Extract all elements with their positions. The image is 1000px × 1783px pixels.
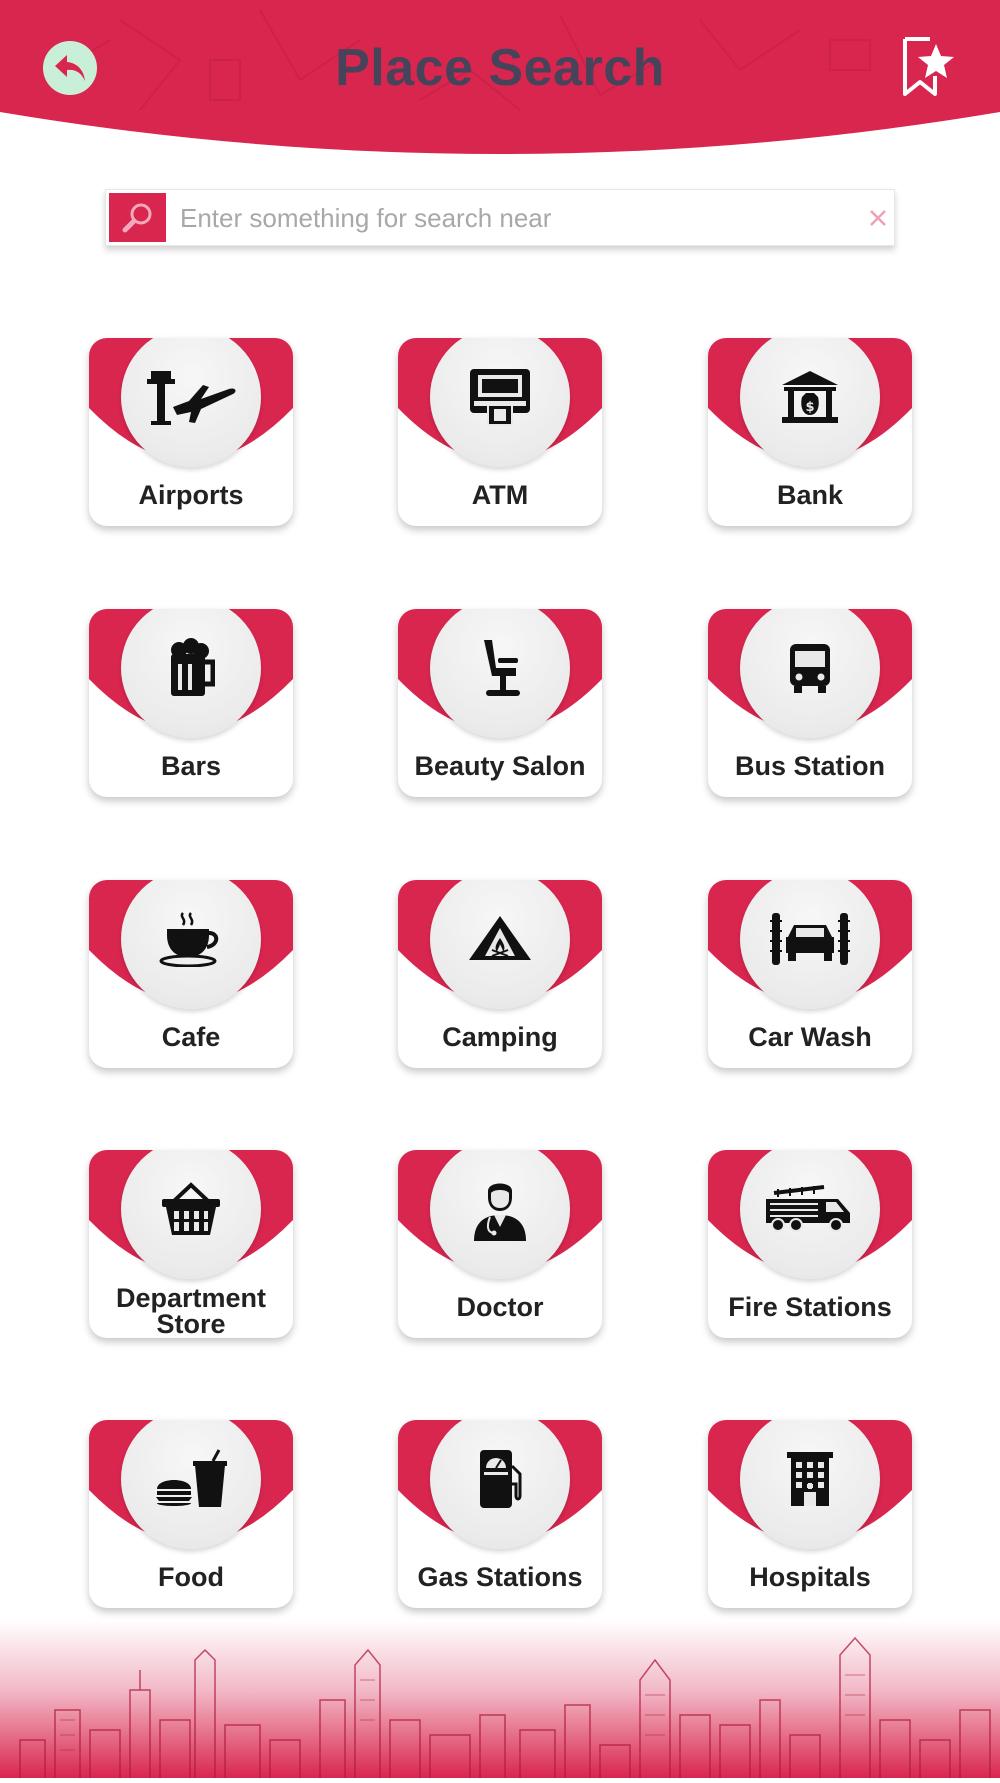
category-card-atm[interactable]: ATM	[398, 338, 602, 526]
category-label: Bars	[160, 751, 222, 781]
category-card-cafe[interactable]: Cafe	[89, 880, 293, 1068]
category-label: Bus Station	[734, 751, 885, 781]
svg-text:$: $	[805, 400, 814, 415]
hospital-building-icon	[787, 1452, 833, 1506]
category-label: Cafe	[161, 1022, 221, 1052]
category-card-hospitals[interactable]: Hospitals	[708, 1420, 912, 1608]
category-card-bars[interactable]: Bars	[89, 609, 293, 797]
category-card-camping[interactable]: Camping	[398, 880, 602, 1068]
category-card-doctor[interactable]: Doctor	[398, 1150, 602, 1338]
bus-icon	[790, 644, 830, 693]
bookmark-star-icon	[903, 37, 954, 96]
favorites-button[interactable]	[900, 36, 956, 98]
header: Place Search	[0, 0, 1000, 160]
category-card-airports[interactable]: Airports	[89, 338, 293, 526]
category-label: Beauty Salon	[414, 751, 586, 781]
category-label: Bank	[776, 480, 844, 510]
category-card-gas-stations[interactable]: Gas Stations	[398, 1420, 602, 1608]
category-card-food[interactable]: Food	[89, 1420, 293, 1608]
category-label: Car Wash	[748, 1022, 872, 1052]
category-card-fire-stations[interactable]: Fire Stations	[708, 1150, 912, 1338]
basket-icon	[162, 1182, 220, 1235]
category-label: Gas Stations	[417, 1562, 583, 1592]
fire-truck-icon	[766, 1185, 850, 1232]
category-label: Doctor	[456, 1292, 544, 1322]
category-label: Food	[158, 1562, 224, 1592]
tent-icon	[469, 916, 531, 960]
fuel-pump-icon	[480, 1450, 522, 1508]
category-label: Fire Stations	[728, 1292, 892, 1322]
search-button[interactable]	[109, 193, 166, 242]
city-skyline-illustration	[0, 1620, 1000, 1778]
beer-mug-icon	[171, 638, 215, 696]
category-card-car-wash[interactable]: Car Wash	[708, 880, 912, 1068]
category-card-bank[interactable]: $ Bank	[708, 338, 912, 526]
category-label: Airports	[138, 480, 244, 510]
category-card-bus-station[interactable]: Bus Station	[708, 609, 912, 797]
coffee-cup-icon	[159, 912, 219, 967]
category-label: Hospitals	[749, 1562, 871, 1592]
atm-icon	[470, 369, 530, 426]
doctor-icon	[474, 1183, 526, 1241]
bank-icon: $	[782, 371, 838, 423]
close-icon	[870, 210, 886, 226]
clear-search-button[interactable]	[864, 204, 892, 232]
magnifier-icon	[122, 203, 151, 232]
salon-chair-icon	[484, 640, 520, 696]
footer-skyline	[0, 1620, 1000, 1778]
category-label: Department Store	[115, 1283, 267, 1338]
search-bar	[105, 189, 895, 246]
category-label: Camping	[442, 1022, 558, 1052]
category-label: ATM	[471, 480, 529, 510]
search-input[interactable]	[178, 196, 822, 240]
car-wash-icon	[770, 913, 850, 965]
burger-drink-icon	[156, 1449, 227, 1507]
category-card-department-store[interactable]: Department Store	[89, 1150, 293, 1338]
page-title: Place Search	[335, 39, 665, 97]
category-card-beauty-salon[interactable]: Beauty Salon	[398, 609, 602, 797]
airport-icon	[147, 371, 236, 425]
